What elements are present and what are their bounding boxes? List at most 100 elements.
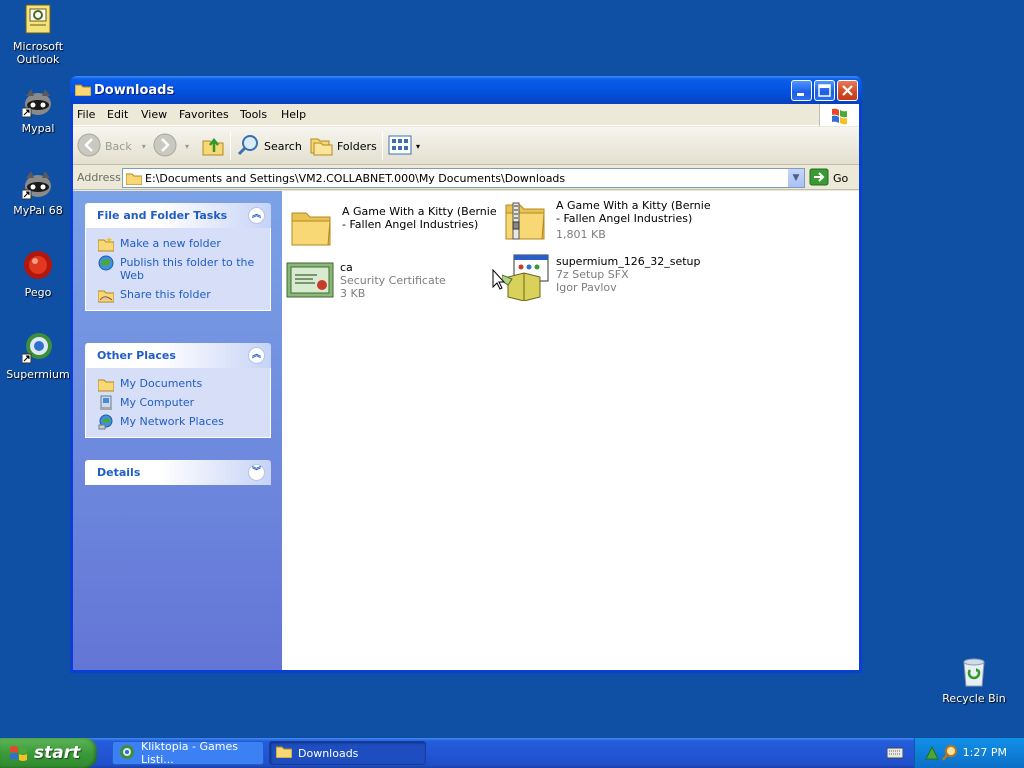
back-dropdown-icon[interactable]: ▾ — [142, 142, 146, 151]
place-label: My Computer — [120, 396, 195, 409]
desktop-icon-mypal[interactable]: Mypal — [1, 86, 75, 135]
forward-arrow-icon — [153, 133, 177, 160]
folder-icon — [275, 745, 293, 761]
computer-icon — [98, 395, 114, 411]
task-make-new-folder[interactable]: Make a new folder — [86, 234, 270, 253]
back-arrow-icon — [77, 133, 101, 160]
menu-tools[interactable]: Tools — [240, 108, 267, 121]
panel-title: Details — [97, 466, 141, 479]
file-item[interactable]: A Game With a Kitty (Bernie - Fallen Ang… — [288, 203, 498, 251]
start-label: start — [34, 743, 81, 763]
desktop-icon-label: Supermium — [6, 368, 70, 381]
desktop-icon-label: MyPal 68 — [13, 204, 63, 217]
file-name: supermium_126_32_setup — [556, 255, 701, 268]
content-area: File and Folder Tasks ︽ Make a new folde… — [73, 191, 859, 670]
place-my-network-places[interactable]: My Network Places — [86, 412, 270, 431]
go-button[interactable]: Go — [809, 168, 848, 188]
views-icon — [388, 133, 412, 160]
address-label: Address — [77, 171, 121, 184]
panel-body: My Documents My Computer My Network Plac… — [85, 368, 271, 438]
folder-icon — [125, 172, 143, 188]
task-publish-folder[interactable]: Publish this folder to the Web — [86, 253, 270, 285]
panel-body: Make a new folder Publish this folder to… — [85, 228, 271, 311]
forward-button[interactable]: ▾ — [153, 132, 189, 160]
address-dropdown-button[interactable]: ▼ — [787, 169, 804, 187]
task-label: Make a new folder — [120, 237, 221, 250]
collapse-chevron-icon[interactable]: ︽ — [248, 347, 265, 364]
up-button[interactable] — [201, 132, 225, 160]
desktop-icon-mypal68[interactable]: MyPal 68 — [1, 168, 75, 217]
windows-logo-icon — [819, 104, 859, 126]
taskbar-item-label: Downloads — [298, 746, 359, 760]
mypal-icon — [21, 86, 54, 118]
address-input[interactable]: E:\Documents and Settings\VM2.COLLABNET.… — [122, 168, 805, 188]
minimize-button[interactable] — [791, 80, 812, 101]
forward-dropdown-icon[interactable]: ▾ — [185, 142, 189, 151]
task-label: Share this folder — [120, 288, 211, 301]
panel-title: Other Places — [97, 349, 176, 362]
network-globe-icon — [98, 414, 114, 430]
menu-file[interactable]: File — [77, 108, 95, 121]
mypal-icon — [21, 168, 54, 200]
task-label: Publish this folder to the Web — [120, 256, 255, 282]
desktop-icon-recycle-bin[interactable]: Recycle Bin — [937, 656, 1011, 705]
file-size: 3 KB — [340, 287, 366, 300]
globe-icon — [98, 255, 114, 271]
task-share-folder[interactable]: Share this folder — [86, 285, 270, 304]
toolbar: Back ▾ ▾ Search Folders ▾ — [73, 127, 859, 165]
views-button[interactable]: ▾ — [388, 132, 420, 160]
back-button[interactable]: Back ▾ — [77, 132, 146, 160]
start-button[interactable]: start — [0, 738, 97, 768]
panel-header[interactable]: Other Places ︽ — [85, 343, 271, 368]
taskbar: start Kliktopia - Games Listi... Downloa… — [0, 738, 1024, 768]
file-item[interactable]: ca Security Certificate 3 KB — [286, 259, 496, 307]
panel-header[interactable]: File and Folder Tasks ︽ — [85, 203, 271, 228]
search-tray-icon[interactable] — [942, 745, 958, 764]
search-label: Search — [264, 139, 302, 153]
supermium-icon — [21, 332, 54, 364]
recycle-bin-icon — [958, 656, 990, 688]
place-my-documents[interactable]: My Documents — [86, 374, 270, 393]
desktop-icon-label: Pego — [24, 286, 52, 299]
expand-chevron-icon[interactable]: ︾ — [248, 464, 265, 481]
details-panel: Details ︾ — [85, 460, 271, 485]
file-item[interactable]: A Game With a Kitty (Bernie - Fallen Ang… — [502, 197, 712, 245]
menu-favorites[interactable]: Favorites — [179, 108, 229, 121]
menu-bar: File Edit View Favorites Tools Help — [73, 104, 859, 126]
search-button[interactable]: Search — [236, 132, 302, 160]
clock[interactable]: 1:27 PM — [963, 746, 1007, 759]
title-bar[interactable]: Downloads — [70, 76, 862, 104]
installer-icon — [501, 253, 550, 302]
file-item[interactable]: supermium_126_32_setup 7z Setup SFX Igor… — [501, 253, 712, 302]
zip-folder-icon — [502, 197, 550, 245]
file-publisher: Igor Pavlov — [556, 281, 617, 294]
desktop-icon-label: Mypal — [21, 122, 55, 135]
desktop-icon-supermium[interactable]: Supermium — [1, 332, 75, 381]
keyboard-icon[interactable] — [886, 747, 904, 762]
menu-view[interactable]: View — [141, 108, 167, 121]
collapse-chevron-icon[interactable]: ︽ — [248, 207, 265, 224]
desktop-icon-outlook[interactable]: Microsoft Outlook — [1, 4, 75, 66]
network-tray-icon[interactable] — [924, 745, 940, 764]
up-folder-icon — [201, 133, 225, 160]
place-my-computer[interactable]: My Computer — [86, 393, 270, 412]
folders-label: Folders — [337, 139, 377, 153]
window-body: File Edit View Favorites Tools Help Back… — [73, 104, 859, 670]
panel-header[interactable]: Details ︾ — [85, 460, 271, 485]
address-bar: Address E:\Documents and Settings\VM2.CO… — [73, 166, 859, 190]
folder-icon — [97, 376, 115, 392]
close-button[interactable] — [837, 80, 858, 101]
views-dropdown-icon: ▾ — [416, 141, 421, 151]
maximize-button[interactable] — [814, 80, 835, 101]
file-type: 7z Setup SFX — [556, 268, 629, 281]
taskbar-item-downloads[interactable]: Downloads — [269, 741, 426, 765]
menu-edit[interactable]: Edit — [107, 108, 128, 121]
desktop-icon-pego[interactable]: Pego — [1, 250, 75, 299]
toolbar-separator — [382, 132, 383, 160]
folders-button[interactable]: Folders — [309, 132, 377, 160]
panel-title: File and Folder Tasks — [97, 209, 228, 222]
menu-help[interactable]: Help — [281, 108, 306, 121]
taskbar-item-label: Kliktopia - Games Listi... — [141, 740, 238, 766]
taskbar-item-kliktopia[interactable]: Kliktopia - Games Listi... — [112, 740, 264, 766]
window-title: Downloads — [94, 83, 175, 98]
